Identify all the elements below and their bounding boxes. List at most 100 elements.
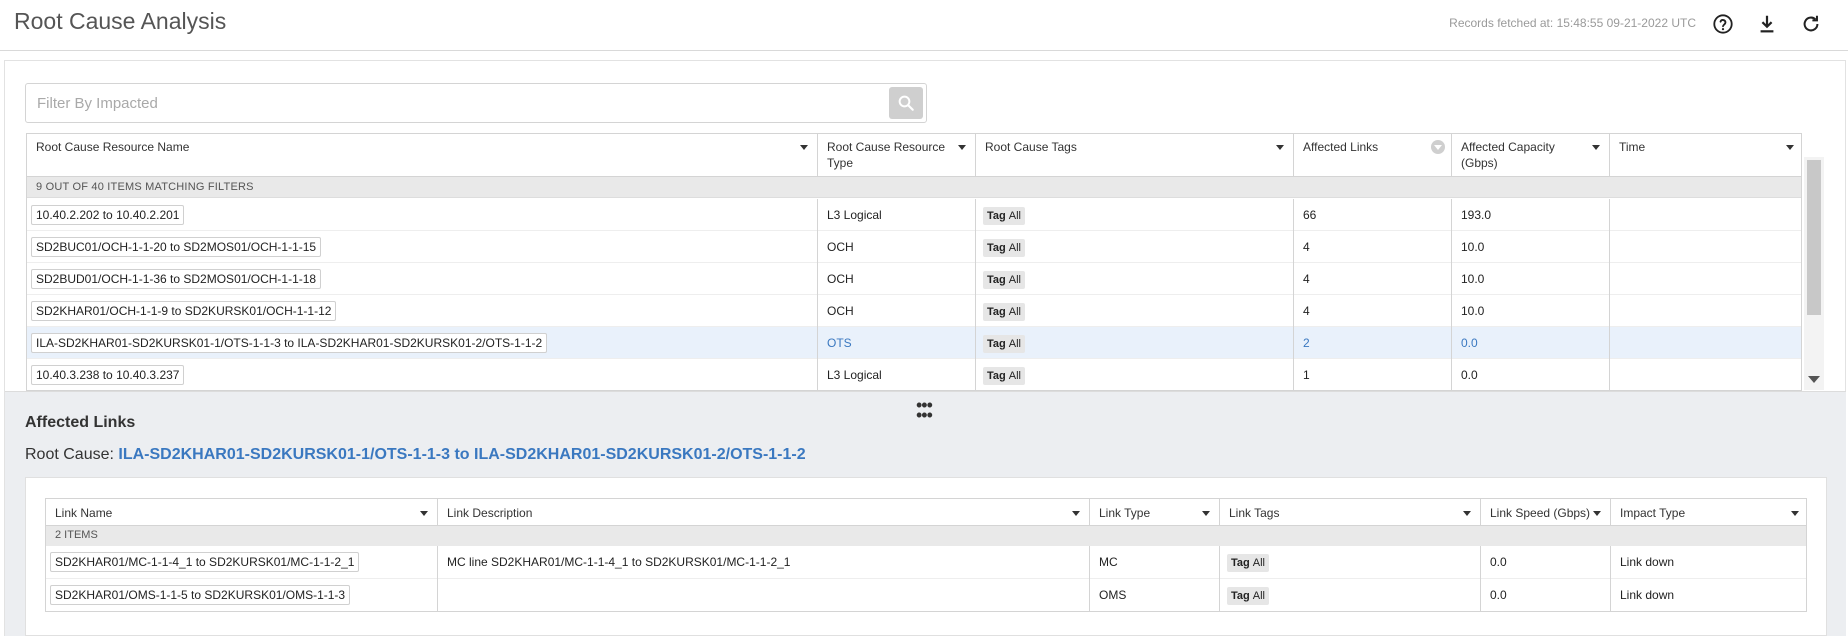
root-cause-label: Root Cause: <box>25 446 114 463</box>
chevron-down-icon[interactable] <box>1592 145 1600 150</box>
resource-type-cell: L3 Logical <box>818 199 976 231</box>
resource-type-cell: OTS <box>818 327 976 359</box>
tag-value: All <box>1252 590 1265 602</box>
group-header: 9 OUT OF 40 ITEMS MATCHING FILTERS <box>27 177 1801 198</box>
time-cell <box>1610 359 1801 390</box>
resource-type-cell: OCH <box>818 263 976 295</box>
tag-chip[interactable]: Tag All <box>983 271 1025 289</box>
sort-icon[interactable] <box>1431 140 1445 154</box>
link-name-chip[interactable]: SD2KHAR01/MC-1-1-4_1 to SD2KURSK01/MC-1-… <box>50 552 360 572</box>
column-header-link-type[interactable]: Link Type <box>1090 499 1220 526</box>
affected-links-cell: 4 <box>1294 295 1452 327</box>
column-header-link-tags[interactable]: Link Tags <box>1220 499 1481 526</box>
affected-links-table: Link Name Link Description Link Type Lin… <box>45 498 1807 612</box>
column-header-affected-capacity[interactable]: Affected Capacity (Gbps) <box>1452 134 1610 177</box>
time-cell <box>1610 263 1801 295</box>
chevron-down-icon[interactable] <box>1786 145 1794 150</box>
records-fetched-timestamp: Records fetched at: 15:48:55 09-21-2022 … <box>1449 16 1696 30</box>
table-row[interactable]: SD2BUC01/OCH-1-1-20 to SD2MOS01/OCH-1-1-… <box>27 231 1801 263</box>
table-row[interactable]: SD2KHAR01/OMS-1-1-5 to SD2KURSK01/OMS-1-… <box>46 579 1806 611</box>
time-cell <box>1610 327 1801 359</box>
tag-chip[interactable]: Tag All <box>1227 554 1269 572</box>
table-row[interactable]: SD2KHAR01/OCH-1-1-9 to SD2KURSK01/OCH-1-… <box>27 295 1801 327</box>
filter-input[interactable] <box>37 93 877 113</box>
tag-value: All <box>1008 242 1021 254</box>
table-row[interactable]: 10.40.2.202 to 10.40.2.201 L3 Logical Ta… <box>27 199 1801 231</box>
column-header-affected-links[interactable]: Affected Links <box>1294 134 1452 177</box>
tags-cell: Tag All <box>976 199 1294 231</box>
chevron-down-icon[interactable] <box>1791 511 1799 516</box>
link-name-chip[interactable]: SD2KHAR01/OMS-1-1-5 to SD2KURSK01/OMS-1-… <box>50 585 351 605</box>
chevron-down-icon[interactable] <box>958 145 966 150</box>
column-header-link-speed[interactable]: Link Speed (Gbps) <box>1481 499 1611 526</box>
affected-links-cell: 2 <box>1294 327 1452 359</box>
link-name-cell: SD2KHAR01/MC-1-1-4_1 to SD2KURSK01/MC-1-… <box>46 546 438 579</box>
top-bar: Root Cause Analysis Records fetched at: … <box>0 0 1848 51</box>
tag-key: Tag <box>987 242 1006 254</box>
chevron-down-icon[interactable] <box>1202 511 1210 516</box>
tags-cell: Tag All <box>976 263 1294 295</box>
chevron-down-icon[interactable] <box>420 511 428 516</box>
link-tags-cell: Tag All <box>1220 546 1481 579</box>
tag-chip[interactable]: Tag All <box>983 335 1025 353</box>
chevron-down-icon[interactable] <box>1072 511 1080 516</box>
help-icon[interactable] <box>1711 12 1735 36</box>
column-header-link-description[interactable]: Link Description <box>438 499 1090 526</box>
chevron-down-icon[interactable] <box>1463 511 1471 516</box>
search-button[interactable] <box>889 87 923 119</box>
time-cell <box>1610 199 1801 231</box>
tag-key: Tag <box>987 338 1006 350</box>
tags-cell: Tag All <box>976 359 1294 390</box>
resource-name-cell: SD2KHAR01/OCH-1-1-9 to SD2KURSK01/OCH-1-… <box>27 295 818 327</box>
chevron-down-icon[interactable] <box>1276 145 1284 150</box>
resource-name-chip[interactable]: 10.40.3.238 to 10.40.3.237 <box>31 365 185 385</box>
table-row[interactable]: 10.40.3.238 to 10.40.3.237 L3 Logical Ta… <box>27 359 1801 390</box>
affected-links-cell: 1 <box>1294 359 1452 390</box>
resource-name-cell: 10.40.2.202 to 10.40.2.201 <box>27 199 818 231</box>
column-header-link-name[interactable]: Link Name <box>46 499 438 526</box>
resource-name-cell: SD2BUD01/OCH-1-1-36 to SD2MOS01/OCH-1-1-… <box>27 263 818 295</box>
column-header-resource-type[interactable]: Root Cause Resource Type <box>818 134 976 177</box>
table-row[interactable]: SD2BUD01/OCH-1-1-36 to SD2MOS01/OCH-1-1-… <box>27 263 1801 295</box>
root-cause-link[interactable]: ILA-SD2KHAR01-SD2KURSK01-1/OTS-1-1-3 to … <box>118 446 805 463</box>
resize-handle-icon[interactable]: ••• ••• <box>916 396 933 424</box>
download-icon[interactable] <box>1755 12 1779 36</box>
tag-key: Tag <box>987 306 1006 318</box>
chevron-down-icon[interactable] <box>800 145 808 150</box>
tags-cell: Tag All <box>976 231 1294 263</box>
chevron-down-icon[interactable] <box>1593 511 1601 516</box>
tag-chip[interactable]: Tag All <box>983 239 1025 257</box>
link-speed-cell: 0.0 <box>1481 546 1611 579</box>
tag-chip[interactable]: Tag All <box>983 367 1025 385</box>
resource-name-chip[interactable]: SD2KHAR01/OCH-1-1-9 to SD2KURSK01/OCH-1-… <box>31 301 337 321</box>
tag-chip[interactable]: Tag All <box>983 303 1025 321</box>
tag-value: All <box>1008 370 1021 382</box>
tag-chip[interactable]: Tag All <box>983 207 1025 225</box>
column-header-impact-type[interactable]: Impact Type <box>1611 499 1806 526</box>
column-header-resource-name[interactable]: Root Cause Resource Name <box>27 134 818 177</box>
tag-chip[interactable]: Tag All <box>1227 587 1269 605</box>
column-header-label: Link Speed (Gbps) <box>1490 506 1591 520</box>
table-row-selected[interactable]: ILA-SD2KHAR01-SD2KURSK01-1/OTS-1-1-3 to … <box>27 327 1801 359</box>
scrollbar-thumb[interactable] <box>1807 160 1821 315</box>
refresh-icon[interactable] <box>1799 12 1823 36</box>
impact-type-cell: Link down <box>1620 588 1675 602</box>
link-name-cell: SD2KHAR01/OMS-1-1-5 to SD2KURSK01/OMS-1-… <box>46 579 438 611</box>
table-row[interactable]: SD2KHAR01/MC-1-1-4_1 to SD2KURSK01/MC-1-… <box>46 546 1806 579</box>
resource-name-chip[interactable]: 10.40.2.202 to 10.40.2.201 <box>31 205 185 225</box>
resource-name-cell: 10.40.3.238 to 10.40.3.237 <box>27 359 818 390</box>
affected-capacity-cell: 10.0 <box>1452 231 1610 263</box>
resource-name-chip[interactable]: SD2BUC01/OCH-1-1-20 to SD2MOS01/OCH-1-1-… <box>31 237 322 257</box>
group-header: 2 ITEMS <box>46 526 1806 546</box>
scroll-down-arrow-icon[interactable] <box>1808 376 1820 383</box>
tags-cell: Tag All <box>976 295 1294 327</box>
column-header-label: Affected Links <box>1303 140 1379 154</box>
column-header-label: Impact Type <box>1620 506 1686 520</box>
resource-name-chip[interactable]: ILA-SD2KHAR01-SD2KURSK01-1/OTS-1-1-3 to … <box>31 333 548 353</box>
time-cell <box>1610 231 1801 263</box>
resource-name-chip[interactable]: SD2BUD01/OCH-1-1-36 to SD2MOS01/OCH-1-1-… <box>31 269 322 289</box>
column-header-label: Root Cause Resource Type <box>827 140 946 170</box>
column-header-tags[interactable]: Root Cause Tags <box>976 134 1294 177</box>
column-header-time[interactable]: Time <box>1610 134 1801 177</box>
table-header: Root Cause Resource Name Root Cause Reso… <box>27 134 1801 177</box>
